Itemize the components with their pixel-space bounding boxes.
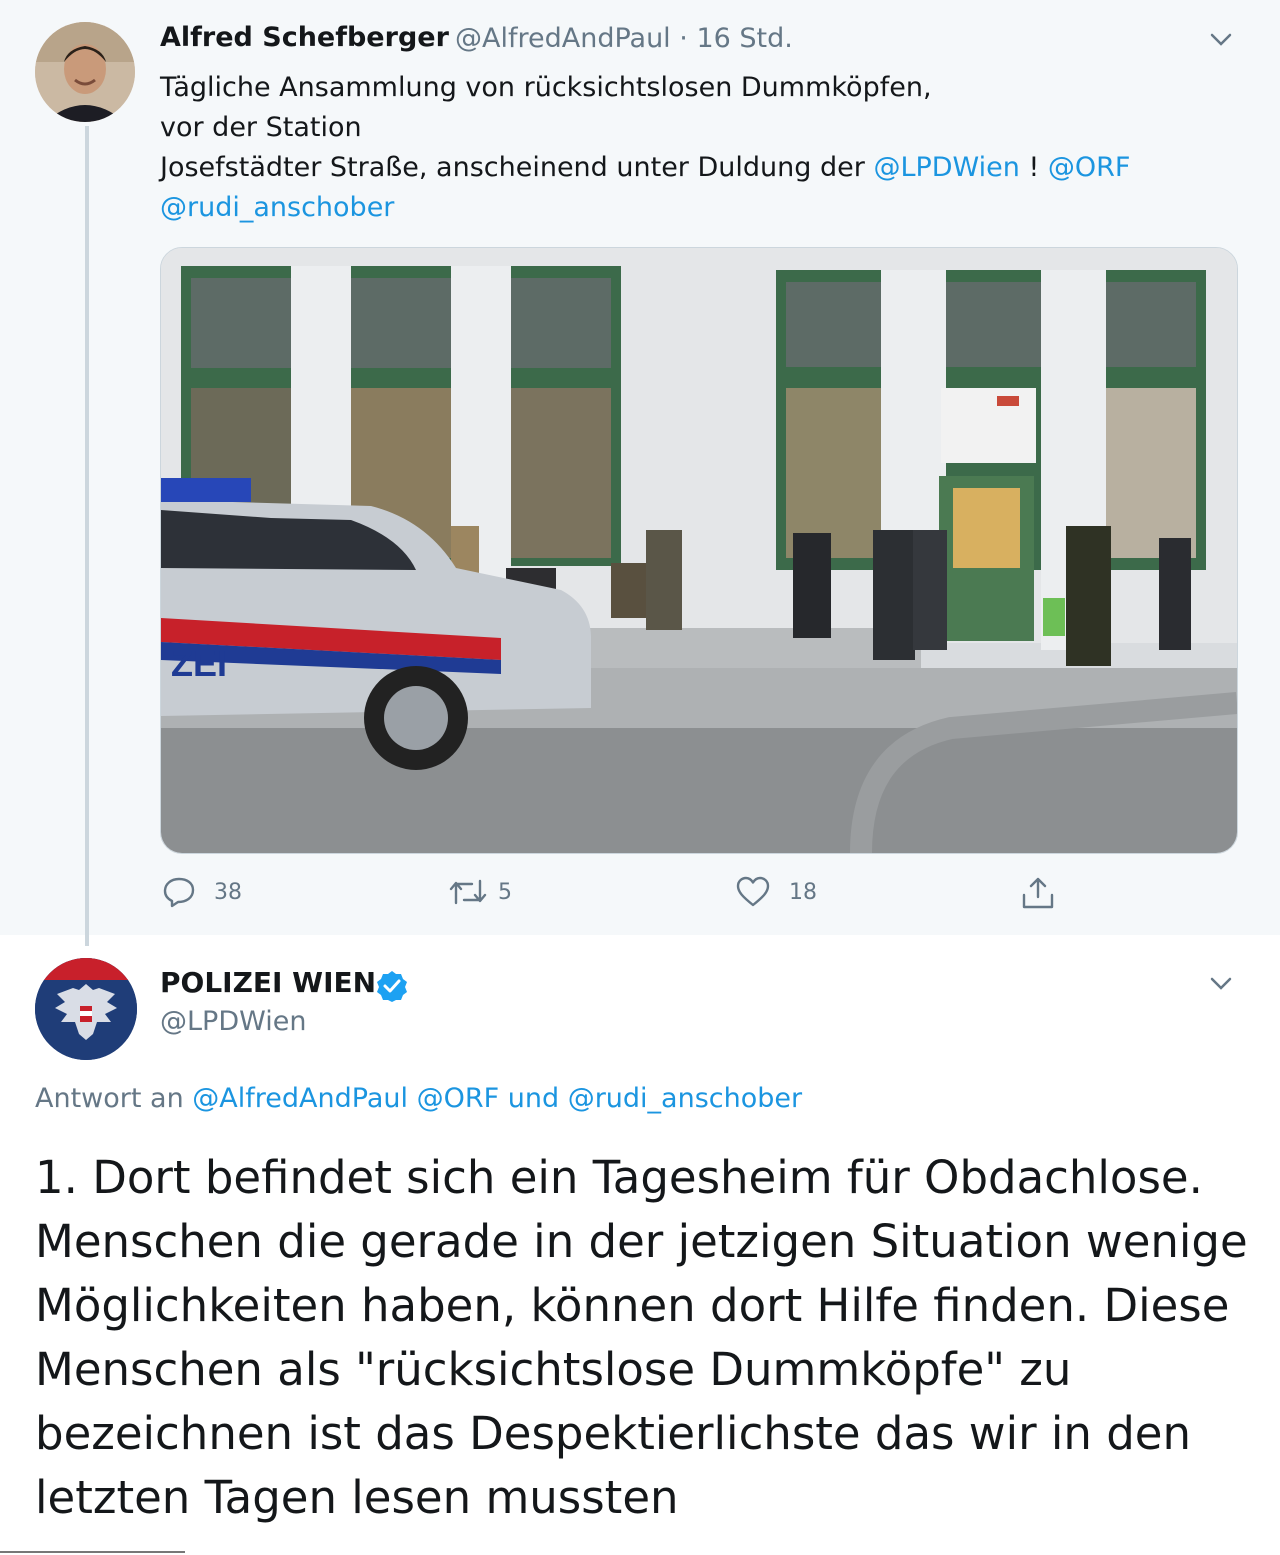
avatar[interactable]	[35, 22, 135, 122]
tweet-text-line: Tägliche Ansammlung von rücksichtslosen …	[160, 72, 932, 103]
author-handle-and-time[interactable]: @AlfredAndPaul · 16 Std.	[455, 23, 793, 54]
mention-link[interactable]: @rudi_anschober	[568, 1083, 802, 1114]
tweet-text-segment: !	[1019, 152, 1048, 183]
like-button[interactable]: 18	[735, 875, 817, 909]
retweet-count: 5	[498, 879, 512, 905]
tweet-text-line: Josefstädter Straße, anscheinend unter D…	[160, 148, 1220, 188]
tweet-text: Tägliche Ansammlung von rücksichtslosen …	[160, 68, 1220, 228]
retweet-icon	[449, 879, 487, 905]
tweet-text-line: Menschen die gerade in der jetzigen Situ…	[35, 1215, 1248, 1268]
chevron-down-icon[interactable]	[1208, 970, 1234, 996]
reply-context: Antwort an @AlfredAndPaul @ORF und @rudi…	[35, 1083, 802, 1114]
reply-count: 38	[214, 879, 242, 905]
mention-link[interactable]: @ORF	[417, 1083, 500, 1114]
tweet-text-line: bezeichnen ist das Despektierlichste das…	[35, 1407, 1192, 1460]
tweet-text-line: 1. Dort befindet sich ein Tagesheim für …	[35, 1151, 1203, 1204]
reply-prefix: Antwort an	[35, 1083, 184, 1114]
share-button[interactable]	[1020, 875, 1056, 911]
avatar[interactable]	[35, 958, 137, 1060]
tweet-text-line: Möglichkeiten haben, können dort Hilfe f…	[35, 1279, 1230, 1332]
tweet-text-line: letzten Tagen lesen mussten	[35, 1471, 679, 1524]
share-icon	[1022, 877, 1054, 909]
mention-link[interactable]: @LPDWien	[873, 152, 1019, 183]
tweet-text-line: Menschen als "rücksichtslose Dummköpfe" …	[35, 1343, 1072, 1396]
police-eagle-logo	[35, 958, 137, 1060]
reply-button[interactable]: 38	[162, 875, 242, 909]
divider	[0, 1551, 185, 1553]
chevron-down-icon[interactable]	[1208, 26, 1234, 52]
verified-badge-icon	[377, 971, 407, 1002]
mention-link[interactable]: @AlfredAndPaul	[192, 1083, 408, 1114]
reply-icon	[163, 877, 195, 908]
author-name[interactable]: Alfred Schefberger	[160, 22, 449, 53]
reply-and: und	[507, 1083, 560, 1114]
mention-link[interactable]: @ORF	[1048, 152, 1131, 183]
tweet-text-segment: Josefstädter Straße, anscheinend unter D…	[160, 152, 865, 183]
police-car-text: ZEI	[171, 643, 227, 684]
author-handle[interactable]: @LPDWien	[160, 1006, 306, 1037]
tweet-text-line: vor der Station	[160, 112, 362, 143]
tweet-photo[interactable]: ZEI	[160, 247, 1238, 854]
author-name[interactable]: POLIZEI WIEN	[160, 966, 376, 999]
thread-connector-line	[85, 126, 89, 946]
retweet-button[interactable]: 5	[448, 875, 512, 909]
like-count: 18	[789, 879, 817, 905]
heart-icon	[736, 876, 770, 907]
mention-link[interactable]: @rudi_anschober	[160, 192, 394, 223]
author-handle[interactable]: @AlfredAndPaul	[455, 23, 671, 54]
tweet-time[interactable]: · 16 Std.	[679, 23, 793, 54]
tweet-text-line: @rudi_anschober	[160, 188, 1220, 228]
tweet-text: 1. Dort befindet sich ein Tagesheim für …	[35, 1146, 1248, 1530]
